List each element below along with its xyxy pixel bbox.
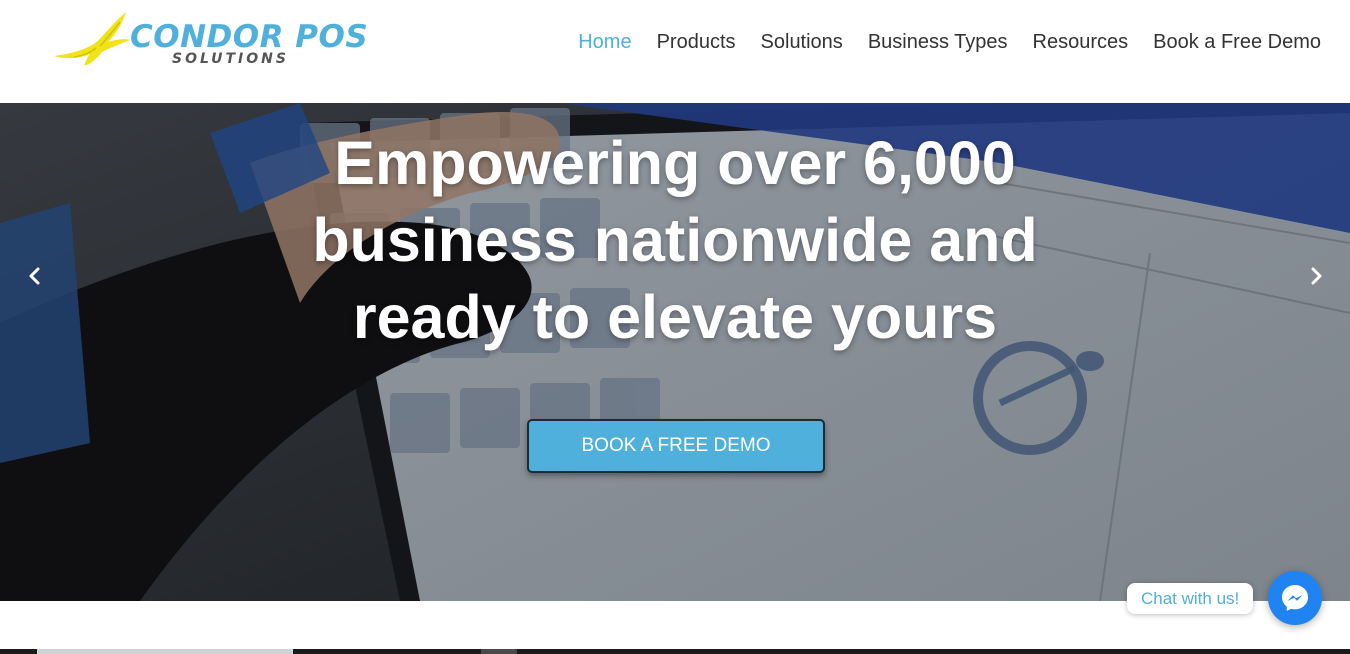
- logo-name: CONDOR POS: [130, 19, 369, 55]
- nav-solutions[interactable]: Solutions: [761, 28, 843, 56]
- nav-home[interactable]: Home: [578, 28, 631, 56]
- nav-products[interactable]: Products: [657, 28, 736, 56]
- next-section-edge: [0, 649, 1350, 654]
- logo[interactable]: CONDOR POS SOLUTIONS: [50, 10, 368, 72]
- chevron-right-icon[interactable]: [1304, 264, 1328, 288]
- nav-book-demo[interactable]: Book a Free Demo: [1153, 28, 1321, 56]
- site-header: CONDOR POS SOLUTIONS Home Products Solut…: [0, 0, 1350, 103]
- chat-label[interactable]: Chat with us!: [1127, 583, 1254, 614]
- book-demo-button[interactable]: BOOK A FREE DEMO: [527, 419, 825, 473]
- messenger-chat-button[interactable]: [1268, 571, 1322, 625]
- messenger-icon: [1282, 585, 1308, 611]
- main-nav: Home Products Solutions Business Types R…: [578, 28, 1321, 56]
- condor-bird-icon: [54, 12, 130, 66]
- hero-slider: Empowering over 6,000 business nationwid…: [0, 103, 1350, 601]
- page: CONDOR POS SOLUTIONS Home Products Solut…: [0, 0, 1350, 654]
- nav-resources[interactable]: Resources: [1033, 28, 1129, 56]
- chevron-left-icon[interactable]: [23, 264, 47, 288]
- hero-title: Empowering over 6,000 business nationwid…: [312, 129, 1038, 351]
- nav-business-types[interactable]: Business Types: [868, 28, 1008, 56]
- logo-subtitle: SOLUTIONS: [172, 51, 289, 67]
